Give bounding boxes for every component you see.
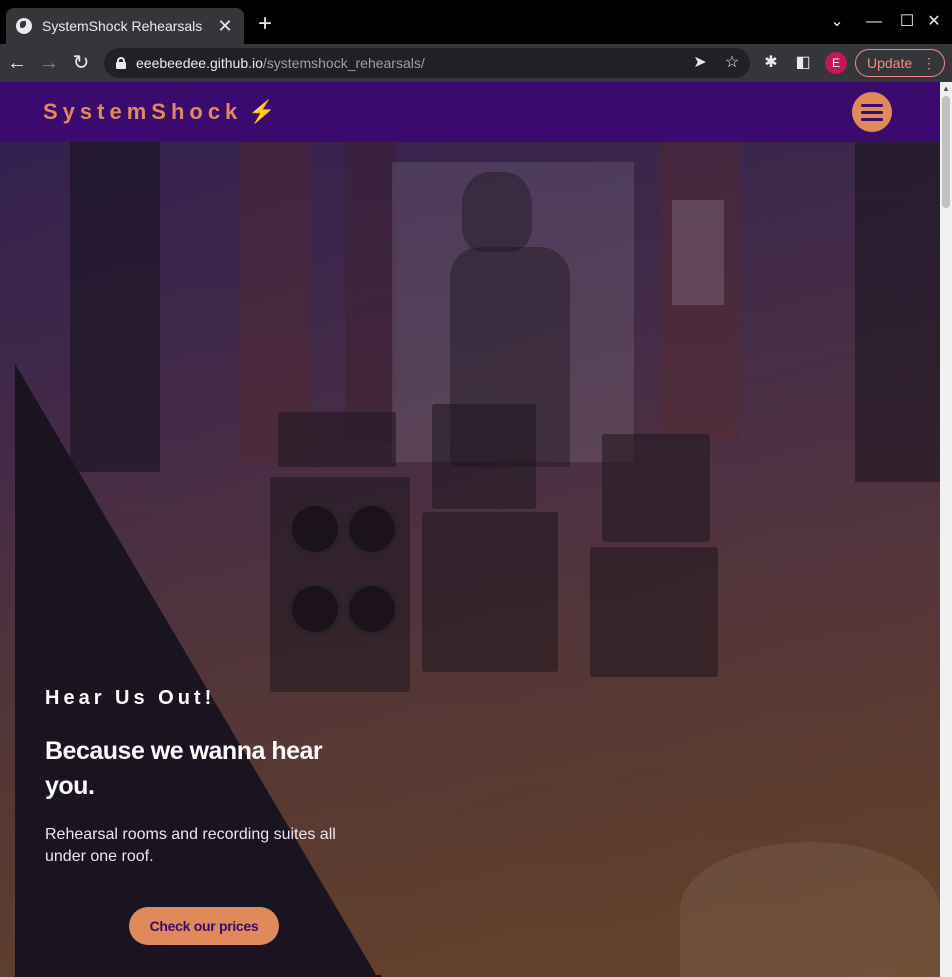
forward-button[interactable]: → (37, 51, 61, 75)
reload-button[interactable]: ↻ (69, 51, 93, 75)
new-tab-button[interactable]: + (254, 12, 276, 36)
background-amp-head (278, 412, 396, 467)
hamburger-line (861, 111, 883, 114)
update-label: Update (867, 55, 913, 71)
background-amp-cabinet (422, 512, 558, 672)
url-host: eeebeedee.github.io (136, 55, 263, 71)
lightning-bolt-icon: ⚡ (248, 99, 281, 124)
background-rug (680, 842, 940, 977)
site-navbar: SystemShock ⚡ (0, 82, 940, 142)
background-figure-head (462, 172, 532, 252)
hero-subtext: Rehearsal rooms and recording suites all… (45, 826, 336, 865)
lock-icon[interactable] (116, 57, 126, 69)
side-panel-icon[interactable]: ◧ (792, 52, 814, 74)
page-scrollbar[interactable]: ▲ (940, 82, 952, 977)
background-speaker-cone (288, 582, 342, 636)
address-bar[interactable]: eeebeedee.github.io/systemshock_rehearsa… (104, 48, 750, 78)
minimize-icon[interactable]: — (864, 12, 884, 32)
tab-title: SystemShock Rehearsals (42, 18, 203, 34)
hamburger-line (861, 104, 883, 107)
browser-tab[interactable]: SystemShock Rehearsals ✕ (6, 8, 244, 44)
background-wall-panel (345, 142, 395, 442)
browser-toolbar: ← → ↻ eeebeedee.github.io/systemshock_re… (0, 44, 952, 82)
hero-tagline: Hear Us Out! (45, 687, 216, 709)
tab-search-chevron-icon[interactable]: ⌄ (827, 12, 847, 32)
background-amp-cabinet (590, 547, 718, 677)
browser-tab-bar: SystemShock Rehearsals ✕ + ⌄ — ☐ ✕ (0, 0, 952, 44)
menu-dots-icon[interactable]: ⋮ (922, 50, 936, 76)
back-button[interactable]: ← (5, 51, 29, 75)
background-amp-combo (432, 404, 536, 509)
check-prices-button[interactable]: Check our prices (129, 907, 279, 945)
background-speaker-stack (70, 142, 160, 472)
background-poster (672, 200, 724, 305)
close-window-icon[interactable]: ✕ (924, 12, 944, 32)
background-speaker-cone (345, 502, 399, 556)
extensions-icon[interactable]: ✱ (760, 52, 782, 74)
url-path: /systemshock_rehearsals/ (262, 55, 425, 71)
page-viewport: SystemShock ⚡ Hear Us Out! Because we wa… (0, 82, 940, 977)
background-speaker-stack (855, 142, 940, 482)
hero-headline: Because we wanna hear you. (45, 737, 323, 800)
hero-section: Hear Us Out! Because we wanna hear you. … (0, 142, 940, 977)
send-icon[interactable]: ➤ (690, 53, 710, 73)
background-speaker-cone (288, 502, 342, 556)
globe-icon (16, 18, 32, 34)
close-tab-icon[interactable]: ✕ (216, 17, 234, 35)
bookmark-star-icon[interactable]: ☆ (722, 53, 742, 73)
site-logo[interactable]: SystemShock ⚡ (43, 99, 281, 125)
hamburger-line (861, 118, 883, 121)
background-amp-combo (602, 434, 710, 542)
scroll-up-arrow-icon[interactable]: ▲ (942, 84, 950, 94)
profile-avatar[interactable]: E (825, 52, 847, 74)
scrollbar-thumb[interactable] (942, 96, 950, 208)
update-button[interactable]: Update ⋮ (855, 49, 945, 77)
brand-name: SystemShock (43, 99, 243, 124)
hamburger-menu-button[interactable] (852, 92, 892, 132)
maximize-icon[interactable]: ☐ (897, 12, 917, 32)
background-speaker-cone (345, 582, 399, 636)
